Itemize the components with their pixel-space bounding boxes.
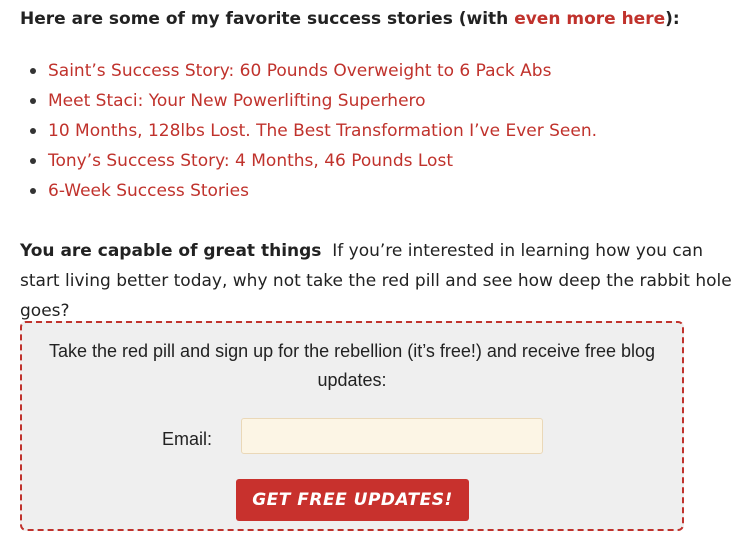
story-link[interactable]: 10 Months, 128lbs Lost. The Best Transfo… (48, 121, 597, 141)
bullet-icon (30, 188, 36, 194)
list-item: Tony’s Success Story: 4 Months, 46 Pound… (30, 146, 597, 176)
list-item: 6-Week Success Stories (30, 176, 597, 206)
intro-text-end: ): (665, 9, 680, 29)
success-stories-intro: Here are some of my favorite success sto… (20, 6, 680, 32)
story-link[interactable]: Saint’s Success Story: 60 Pounds Overwei… (48, 61, 551, 81)
list-item: Meet Staci: Your New Powerlifting Superh… (30, 86, 597, 116)
get-free-updates-button[interactable]: GET FREE UPDATES! (236, 479, 469, 521)
bullet-icon (30, 158, 36, 164)
optin-box: Take the red pill and sign up for the re… (20, 321, 684, 531)
capable-paragraph: You are capable of great things If you’r… (20, 236, 732, 326)
list-item: Saint’s Success Story: 60 Pounds Overwei… (30, 56, 597, 86)
even-more-here-link[interactable]: even more here (514, 9, 665, 29)
capable-heading: You are capable of great things (20, 241, 322, 261)
intro-text: Here are some of my favorite success sto… (20, 9, 515, 29)
story-link[interactable]: Tony’s Success Story: 4 Months, 46 Pound… (48, 151, 453, 171)
optin-description: Take the red pill and sign up for the re… (48, 341, 655, 390)
email-label: Email: (162, 429, 213, 449)
bullet-icon (30, 98, 36, 104)
email-field[interactable] (241, 418, 543, 454)
list-item: 10 Months, 128lbs Lost. The Best Transfo… (30, 116, 597, 146)
bullet-icon (30, 68, 36, 74)
bullet-icon (30, 128, 36, 134)
success-stories-list: Saint’s Success Story: 60 Pounds Overwei… (30, 56, 597, 206)
story-link[interactable]: Meet Staci: Your New Powerlifting Superh… (48, 91, 426, 111)
story-link[interactable]: 6-Week Success Stories (48, 181, 249, 201)
